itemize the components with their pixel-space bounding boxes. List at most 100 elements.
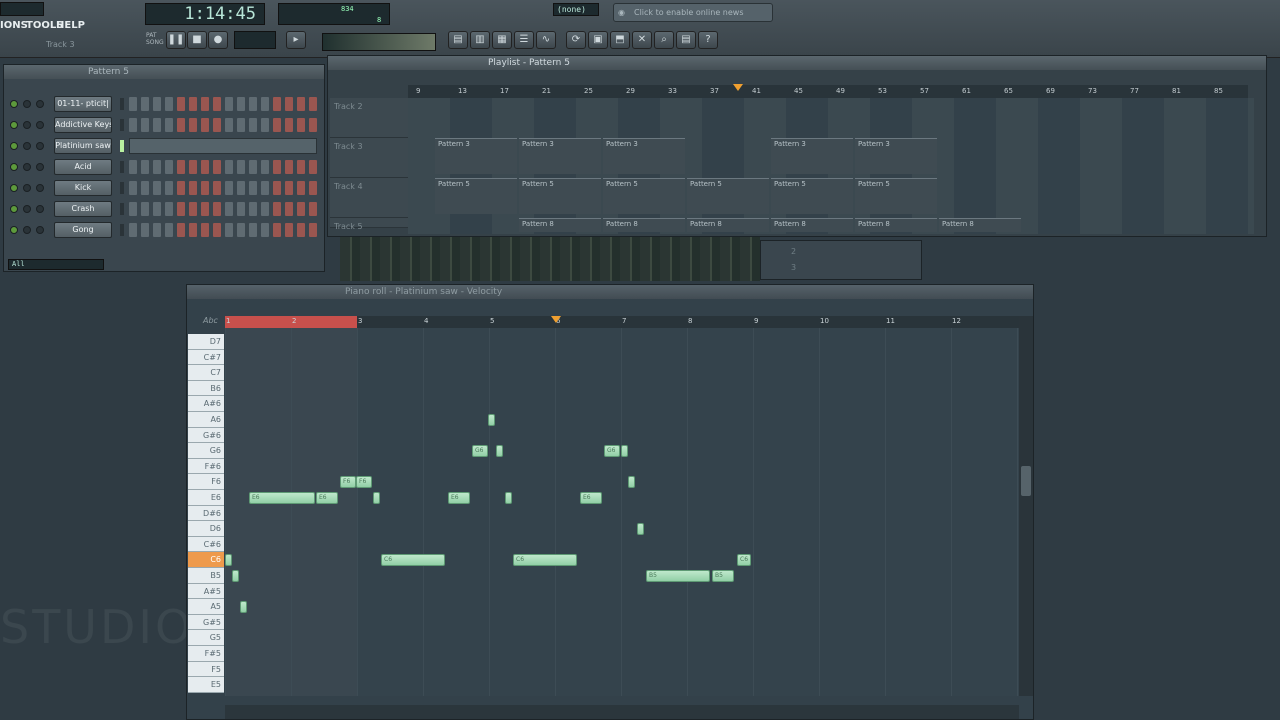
step-button[interactable] <box>129 160 137 174</box>
step-button[interactable] <box>225 223 233 237</box>
step-button[interactable] <box>237 181 245 195</box>
step-button[interactable] <box>141 202 149 216</box>
piano-key[interactable]: C7 <box>188 365 224 381</box>
step-button[interactable] <box>285 223 293 237</box>
step-button[interactable] <box>225 97 233 111</box>
channel-select-led[interactable] <box>120 140 124 152</box>
volume-knob[interactable] <box>36 205 44 213</box>
pattern-clip[interactable]: Pattern 8 <box>771 218 853 232</box>
volume-knob[interactable] <box>36 100 44 108</box>
step-button[interactable] <box>189 181 197 195</box>
step-button[interactable] <box>237 160 245 174</box>
pan-knob[interactable] <box>23 226 31 234</box>
refresh-button[interactable]: ⟳ <box>566 31 586 49</box>
pattern-song-toggle[interactable]: PAT SONG <box>146 32 164 46</box>
piano-key[interactable]: C#7 <box>188 349 224 366</box>
note-block[interactable]: G6 <box>604 445 620 458</box>
mute-led[interactable] <box>10 100 18 108</box>
pan-knob[interactable] <box>23 100 31 108</box>
preset-select[interactable]: (none) <box>553 3 599 16</box>
step-button[interactable] <box>273 202 281 216</box>
pattern-clip[interactable]: Pattern 8 <box>519 218 601 232</box>
step-button[interactable] <box>201 202 209 216</box>
loop-region[interactable] <box>225 316 357 328</box>
piano-key[interactable]: D#6 <box>188 505 224 522</box>
pattern-clip[interactable]: Pattern 8 <box>687 218 769 232</box>
step-button[interactable] <box>297 223 305 237</box>
piano-key[interactable]: A#5 <box>188 583 224 600</box>
pattern-clip[interactable]: Pattern 8 <box>603 218 685 232</box>
pan-knob[interactable] <box>23 121 31 129</box>
velocity-lane[interactable] <box>225 705 1019 719</box>
step-button[interactable] <box>141 181 149 195</box>
step-button[interactable] <box>261 160 269 174</box>
step-button[interactable] <box>213 202 221 216</box>
step-button[interactable] <box>273 160 281 174</box>
step-button[interactable] <box>213 118 221 132</box>
step-button[interactable] <box>177 118 185 132</box>
step-button[interactable] <box>285 97 293 111</box>
step-button[interactable] <box>309 202 317 216</box>
step-button[interactable] <box>285 160 293 174</box>
playlist-titlebar[interactable]: Playlist - Pattern 5 <box>328 56 1266 70</box>
piano-key[interactable]: F6 <box>188 474 224 490</box>
volume-knob[interactable] <box>36 226 44 234</box>
step-button[interactable] <box>309 118 317 132</box>
mute-led[interactable] <box>10 142 18 150</box>
note-block[interactable]: E6 <box>580 492 602 504</box>
step-button[interactable] <box>165 160 173 174</box>
note-block[interactable]: G6 <box>472 445 488 458</box>
step-button[interactable] <box>201 181 209 195</box>
piano-roll-window-button[interactable]: ▥ <box>470 31 490 49</box>
note-block[interactable] <box>505 492 512 504</box>
step-button[interactable] <box>153 223 161 237</box>
piano-key[interactable]: A6 <box>188 412 224 428</box>
piano-key[interactable]: C6 <box>188 552 224 568</box>
channel-rack-titlebar[interactable]: Pattern 5 <box>4 65 324 79</box>
step-button[interactable] <box>297 118 305 132</box>
piano-key[interactable]: A#6 <box>188 396 224 412</box>
pan-knob[interactable] <box>23 184 31 192</box>
step-button[interactable] <box>165 181 173 195</box>
pattern-clip[interactable]: Pattern 5 <box>855 178 937 214</box>
step-button[interactable] <box>129 181 137 195</box>
step-button[interactable] <box>297 160 305 174</box>
channel-name-button[interactable]: 01-11- pticit| <box>54 96 112 112</box>
step-button[interactable] <box>189 97 197 111</box>
scroll-thumb[interactable] <box>1021 466 1031 496</box>
graph-editor[interactable] <box>129 138 317 154</box>
pattern-clip[interactable]: Pattern 3 <box>603 138 685 174</box>
piano-key[interactable]: F#6 <box>188 458 224 475</box>
step-button[interactable] <box>165 118 173 132</box>
track-header[interactable]: Track 4 <box>330 178 408 218</box>
time-display[interactable]: 1:14:45 <box>145 3 265 25</box>
piano-key[interactable]: E6 <box>188 490 224 506</box>
channel-select-led[interactable] <box>120 119 124 131</box>
pan-knob[interactable] <box>23 205 31 213</box>
note-block[interactable] <box>232 570 239 582</box>
step-button[interactable] <box>249 223 257 237</box>
step-button[interactable] <box>273 118 281 132</box>
step-button[interactable] <box>237 97 245 111</box>
note-block[interactable] <box>496 445 503 458</box>
step-button[interactable] <box>297 97 305 111</box>
channel-rack-button[interactable]: ☰ <box>514 31 534 49</box>
step-button[interactable] <box>141 160 149 174</box>
channel-select-led[interactable] <box>120 98 124 110</box>
step-button[interactable] <box>309 181 317 195</box>
note-block[interactable]: C6 <box>737 554 751 567</box>
step-button[interactable] <box>201 160 209 174</box>
step-button[interactable] <box>297 202 305 216</box>
step-button[interactable] <box>225 181 233 195</box>
channel-name-button[interactable]: Addictive Keys <box>54 117 112 133</box>
step-button[interactable] <box>153 202 161 216</box>
pattern-clip[interactable]: Pattern 3 <box>519 138 601 174</box>
volume-knob[interactable] <box>36 163 44 171</box>
piano-key[interactable]: G#6 <box>188 427 224 444</box>
help-button[interactable]: ? <box>698 31 718 49</box>
note-block[interactable] <box>621 445 628 458</box>
step-button[interactable] <box>237 202 245 216</box>
step-button[interactable] <box>273 97 281 111</box>
step-button[interactable] <box>261 118 269 132</box>
step-button[interactable] <box>129 223 137 237</box>
